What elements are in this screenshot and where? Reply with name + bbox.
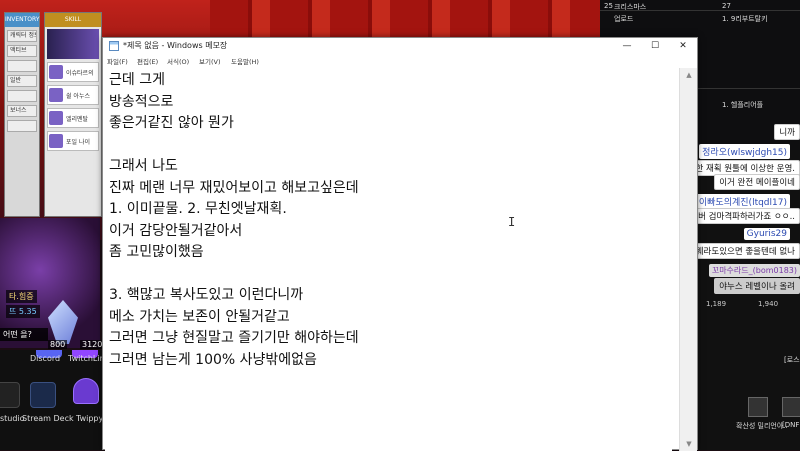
skill-label: 이슈타르의 xyxy=(66,69,94,77)
stat-panel-header: INVENTORY xyxy=(5,13,39,27)
chat-username: Gyuris29 xyxy=(743,228,790,240)
desktop-icon-label: Discord xyxy=(30,354,61,363)
notepad-icon xyxy=(109,41,119,51)
text-line: 이거 감당안될거같아서 xyxy=(109,222,243,239)
chat-username: 꼬마수라드_(bom0183) xyxy=(708,264,800,277)
calendar-event: 크리스마스 xyxy=(614,3,647,11)
menu-file[interactable]: 파일(F) xyxy=(107,56,128,66)
studio-icon[interactable] xyxy=(0,382,20,408)
character-chat-bubble: 어떤 을? xyxy=(0,328,48,341)
desktop-icon-label: [DNF Cre xyxy=(782,421,800,429)
stat-row: 보너스 xyxy=(7,105,37,117)
chat-username: 이빠도의계진(ltqdl17) xyxy=(695,194,790,209)
chat-message: 야누스 레벨이나 올려 xyxy=(714,278,800,294)
skill-panel-header: SKILL xyxy=(45,13,101,27)
desktop-icon-label: 확산성 밀리언아.. xyxy=(736,422,788,430)
vertical-scrollbar[interactable]: ▲ ▼ xyxy=(679,68,697,451)
desktop-icon-label: [로스 마법 xyxy=(784,356,800,364)
game-skill-panel: SKILL 이슈타르의 쉴 아누스 엘리멘탈 포일 나이 xyxy=(44,12,102,217)
app-icon[interactable] xyxy=(748,397,768,417)
calendar-event: 업로드 xyxy=(614,15,634,23)
skill-row: 포일 나이 xyxy=(47,131,99,151)
text-line xyxy=(109,135,668,157)
maximize-button[interactable]: ☐ xyxy=(641,38,669,54)
menu-edit[interactable]: 편집(E) xyxy=(137,56,158,66)
text-line: 3. 핵많고 복사도있고 이런다니까 xyxy=(109,287,304,303)
skill-label: 엘리멘탈 xyxy=(66,115,89,123)
menu-help[interactable]: 도움말(H) xyxy=(231,56,259,66)
desktop-icon-label: studio xyxy=(0,414,25,423)
character-guild: 뜨 5.35 xyxy=(6,305,40,318)
text-editor-area[interactable]: 근데 그게 방송적으로 좋은거같진 않아 뭔가 그래서 나도 진짜 메랜 너무 … xyxy=(105,68,672,451)
game-stat-panel: INVENTORY 캐릭터 정보 액티브 일반 보너스 xyxy=(4,12,40,217)
desktop-icon-area-right: 확산성 밀리언아.. [DNF Cre [로스 마법 xyxy=(736,355,800,450)
text-line: 그러면 그냥 현질말고 즐기기만 해야하는데 xyxy=(109,330,359,346)
skill-label: 쉴 아누스 xyxy=(66,92,90,100)
text-line: 좀 고민많이했음 xyxy=(109,244,204,260)
stat-row: 일반 xyxy=(7,75,37,87)
text-line: 1. 이미끝물. 2. 무친엣날재획. xyxy=(109,201,287,217)
skill-banner xyxy=(47,29,99,59)
stat-row: 캐릭터 정보 xyxy=(7,30,37,42)
app-icon[interactable] xyxy=(782,397,800,417)
stream-deck-icon[interactable] xyxy=(30,382,56,408)
desktop-icon-area: Discord TwitchLin studio Stream Deck Twi… xyxy=(0,350,105,450)
skill-icon xyxy=(49,134,63,148)
minimize-button[interactable]: — xyxy=(613,38,641,54)
text-line: 진짜 메랜 너무 재밌어보이고 해보고싶은데 xyxy=(109,179,359,196)
text-line: 메소 가치는 보존이 안될거같고 xyxy=(109,308,290,325)
text-line xyxy=(109,264,668,286)
calendar-day: 25 xyxy=(604,2,613,10)
skill-icon xyxy=(49,88,63,102)
subscriber-count: 1,940 xyxy=(758,300,779,308)
twippy-icon[interactable] xyxy=(73,378,99,404)
game-background-wall xyxy=(210,0,630,40)
character-name: 타.힘증 xyxy=(6,290,37,303)
calendar-day: 27 xyxy=(722,2,731,10)
text-line: 근데 그게 xyxy=(109,72,165,88)
calendar-event: 1. 9리부트탈키 xyxy=(722,15,768,23)
chat-message: 파퀘라도있으면 좋을텐데 없나 xyxy=(682,243,800,259)
skill-icon xyxy=(49,65,63,79)
calendar-event: 1. 헬플리어플 xyxy=(722,101,764,109)
chat-message: 이거 완전 메이플이네 xyxy=(714,174,800,190)
menu-bar: 파일(F) 편집(E) 서식(O) 보기(V) 도움말(H) xyxy=(103,54,697,68)
game-counter-right: 3120 xyxy=(80,340,105,349)
stat-row xyxy=(7,60,37,72)
text-cursor-icon: I xyxy=(508,215,516,229)
follower-count: 1,189 xyxy=(706,300,727,308)
scroll-down-icon[interactable]: ▼ xyxy=(680,437,698,451)
chat-username: 정라오(wlswjdgh15) xyxy=(699,144,790,159)
skill-row: 이슈타르의 xyxy=(47,62,99,82)
game-counter-left: 800 xyxy=(48,340,68,349)
notepad-window: *제목 없음 - Windows 메모장 — ☐ ✕ 파일(F) 편집(E) 서… xyxy=(102,37,698,451)
stat-row xyxy=(7,120,37,132)
skill-row: 엘리멘탈 xyxy=(47,108,99,128)
stat-row: 액티브 xyxy=(7,45,37,57)
window-title: *제목 없음 - Windows 메모장 xyxy=(123,41,228,50)
scroll-up-icon[interactable]: ▲ xyxy=(680,68,698,82)
menu-view[interactable]: 보기(V) xyxy=(199,56,220,66)
text-line: 방송적으로 xyxy=(109,93,174,110)
close-button[interactable]: ✕ xyxy=(669,38,697,54)
text-line: 그래서 나도 xyxy=(109,158,178,174)
text-line: 좋은거같진 않아 뭔가 xyxy=(109,115,234,131)
title-bar[interactable]: *제목 없음 - Windows 메모장 — ☐ ✕ xyxy=(103,38,697,54)
menu-format[interactable]: 서식(O) xyxy=(167,56,189,66)
text-line: 그러면 남는게 100% 사냥밖에없음 xyxy=(109,351,317,368)
stat-row xyxy=(7,90,37,102)
skill-icon xyxy=(49,111,63,125)
skill-label: 포일 나이 xyxy=(66,138,90,146)
desktop-icon-label: TwitchLin xyxy=(68,354,105,363)
desktop-icon-label: Stream Deck xyxy=(22,414,74,423)
chat-message: 니까 xyxy=(774,124,800,140)
desktop-icon-label: Twippy xyxy=(76,414,104,423)
skill-row: 쉴 아누스 xyxy=(47,85,99,105)
